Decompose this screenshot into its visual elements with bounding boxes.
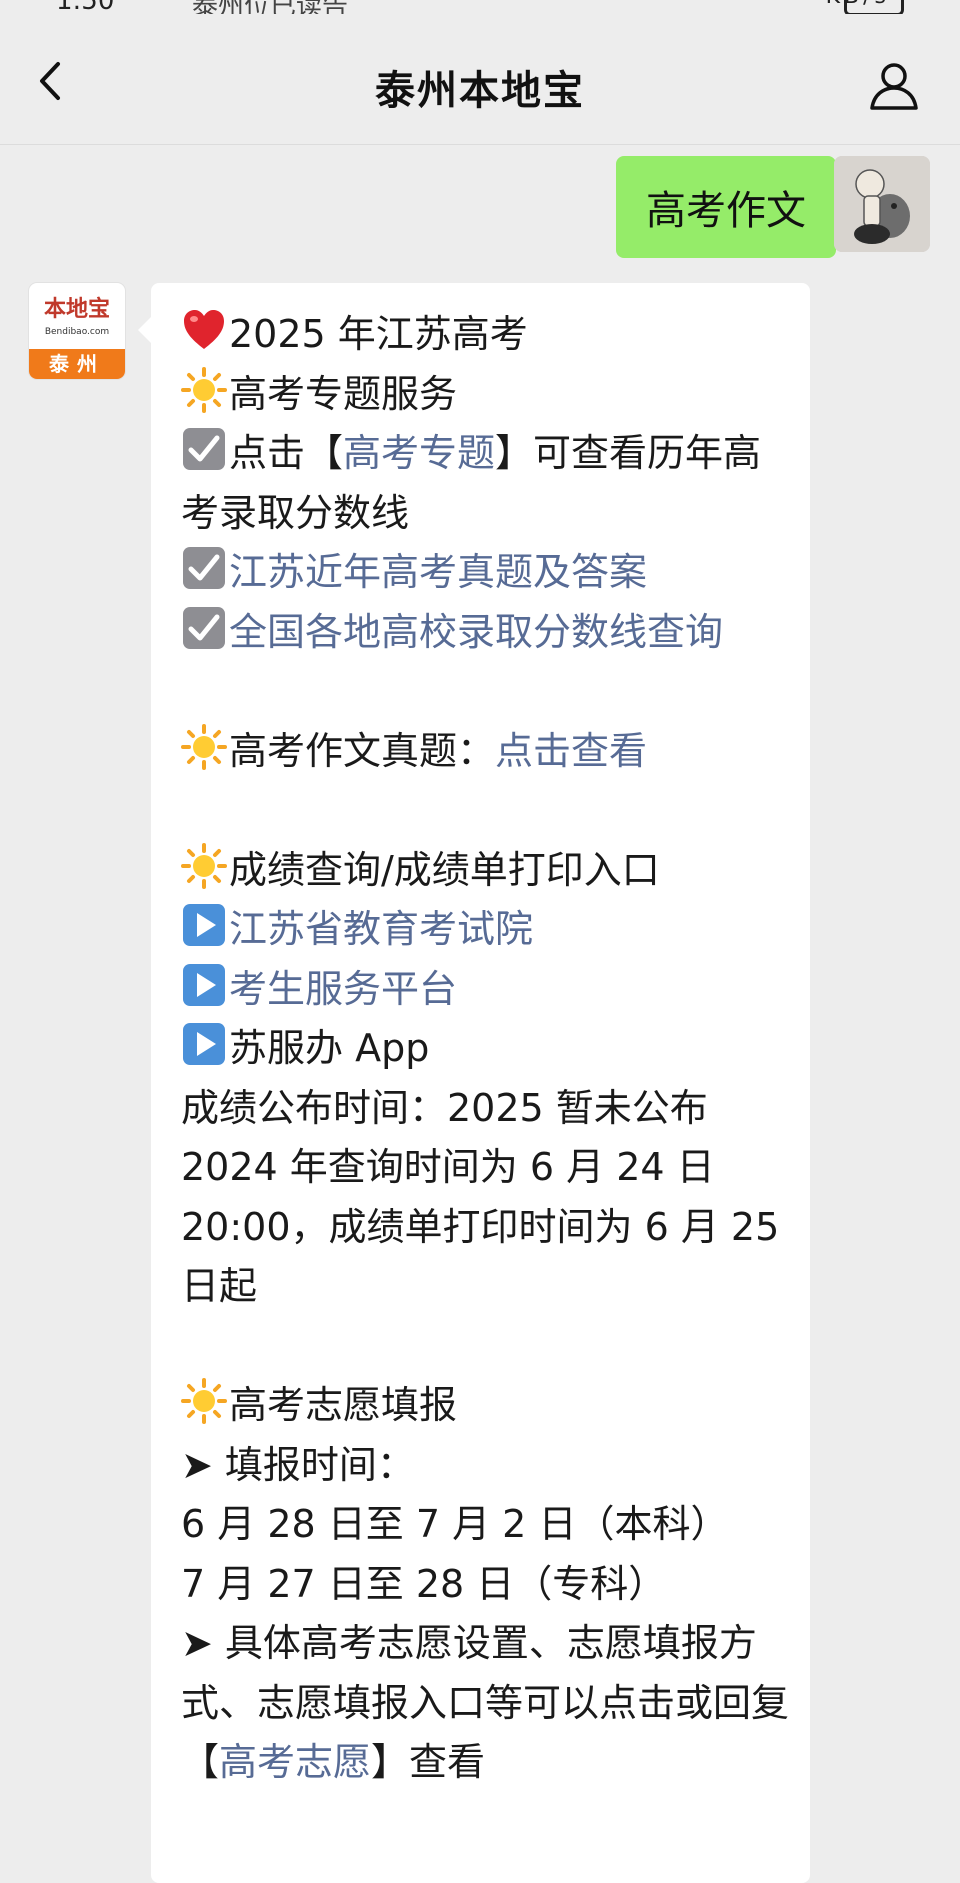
message-line: 苏服办 App bbox=[181, 1019, 791, 1079]
message-text: 高考作文真题： bbox=[229, 728, 496, 773]
message-text: ➤ 填报时间： bbox=[181, 1442, 415, 1487]
message-line: ➤ 填报时间： bbox=[181, 1436, 791, 1496]
status-carrier: 泰州位已读告 bbox=[192, 0, 348, 14]
sent-message-text: 高考作文 bbox=[646, 188, 806, 234]
play-icon bbox=[183, 963, 225, 1006]
profile-button[interactable] bbox=[866, 58, 922, 114]
message-text: 7 月 27 日至 28 日（专科） bbox=[181, 1561, 667, 1606]
status-time: 1:50 bbox=[56, 0, 114, 14]
message-text: 】查看 bbox=[371, 1740, 486, 1784]
message-line: 2024 年查询时间为 6 月 24 日 20:00，成绩单打印时间为 6 月 … bbox=[181, 1138, 791, 1317]
battery-icon bbox=[844, 0, 904, 14]
admission-scores-link[interactable]: 全国各地高校录取分数线查询 bbox=[229, 610, 723, 654]
checkbox-icon bbox=[183, 428, 225, 470]
user-avatar[interactable] bbox=[834, 156, 930, 252]
message-line: 考生服务平台 bbox=[181, 960, 791, 1020]
message-line: 全国各地高校录取分数线查询 bbox=[181, 603, 791, 663]
heart-icon bbox=[184, 310, 224, 349]
sun-icon bbox=[181, 1378, 227, 1424]
play-icon bbox=[183, 904, 225, 946]
logo-url: Bendibao.com bbox=[44, 327, 110, 337]
message-line: 6 月 28 日至 7 月 2 日（本科） bbox=[181, 1495, 791, 1555]
message-text: 成绩公布时间：2025 暂未公布 bbox=[181, 1085, 708, 1130]
logo-city: 泰州 bbox=[29, 349, 125, 379]
official-account-avatar[interactable]: 本地宝 Bendibao.com 泰州 bbox=[29, 283, 125, 379]
sun-icon bbox=[181, 723, 227, 770]
message-line: 2025 年江苏高考 bbox=[181, 305, 791, 365]
gaokao-volunteer-link[interactable]: 高考志愿 bbox=[219, 1740, 371, 1784]
checkbox-icon bbox=[183, 606, 225, 649]
message-line: 点击【高考专题】可查看历年高考录取分数线 bbox=[181, 424, 791, 543]
sent-message-bubble[interactable]: 高考作文 bbox=[616, 156, 850, 258]
student-service-platform-link[interactable]: 考生服务平台 bbox=[229, 967, 457, 1011]
title-bar: 泰州本地宝 bbox=[0, 14, 960, 145]
logo-text: 本地宝 bbox=[43, 296, 110, 322]
message-line: 成绩查询/成绩单打印入口 bbox=[181, 841, 791, 901]
message-line: 成绩公布时间：2025 暂未公布 bbox=[181, 1079, 791, 1139]
message-line: 7 月 27 日至 28 日（专科） bbox=[181, 1555, 791, 1615]
status-bar: 1:50 泰州位已读告 KB/s bbox=[0, 0, 960, 14]
message-text: 高考专题服务 bbox=[229, 371, 458, 416]
message-line: 江苏近年高考真题及答案 bbox=[181, 543, 791, 603]
message-text: 2025 年江苏高考 bbox=[229, 312, 528, 356]
message-text: 2024 年查询时间为 6 月 24 日 20:00，成绩单打印时间为 6 月 … bbox=[181, 1145, 780, 1308]
checkbox-icon bbox=[183, 547, 225, 589]
message-line: 高考作文真题：点击查看 bbox=[181, 722, 791, 782]
gaokao-topic-link[interactable]: 高考专题 bbox=[343, 431, 495, 475]
received-message-bubble: 2025 年江苏高考 高考专题服务 点击【高考专题】可查看历年高考录取分数线 江… bbox=[138, 283, 810, 1883]
profile-icon bbox=[870, 63, 918, 110]
message-line: 江苏省教育考试院 bbox=[181, 900, 791, 960]
message-text: 苏服办 App bbox=[229, 1026, 430, 1070]
message-text: 6 月 28 日至 7 月 2 日（本科） bbox=[181, 1502, 729, 1546]
play-icon bbox=[183, 1023, 225, 1065]
message-line: ➤ 具体高考志愿设置、志愿填报方式、志愿填报入口等可以点击或回复【高考志愿】查看 bbox=[181, 1614, 791, 1793]
jiangsu-exam-authority-link[interactable]: 江苏省教育考试院 bbox=[229, 907, 533, 951]
message-line: 高考志愿填报 bbox=[181, 1376, 791, 1436]
essay-view-link[interactable]: 点击查看 bbox=[495, 729, 647, 773]
sun-icon bbox=[181, 842, 227, 889]
message-text: 点击【 bbox=[229, 431, 344, 475]
page-title: 泰州本地宝 bbox=[375, 68, 585, 114]
avatar-image bbox=[834, 156, 930, 252]
message-content: 2025 年江苏高考 高考专题服务 点击【高考专题】可查看历年高考录取分数线 江… bbox=[181, 305, 791, 1793]
message-line: 高考专题服务 bbox=[181, 365, 791, 425]
message-text: 高考志愿填报 bbox=[229, 1383, 458, 1427]
message-text: 成绩查询/成绩单打印入口 bbox=[229, 847, 660, 892]
sun-icon bbox=[181, 366, 227, 413]
jiangsu-exam-answers-link[interactable]: 江苏近年高考真题及答案 bbox=[229, 550, 647, 594]
